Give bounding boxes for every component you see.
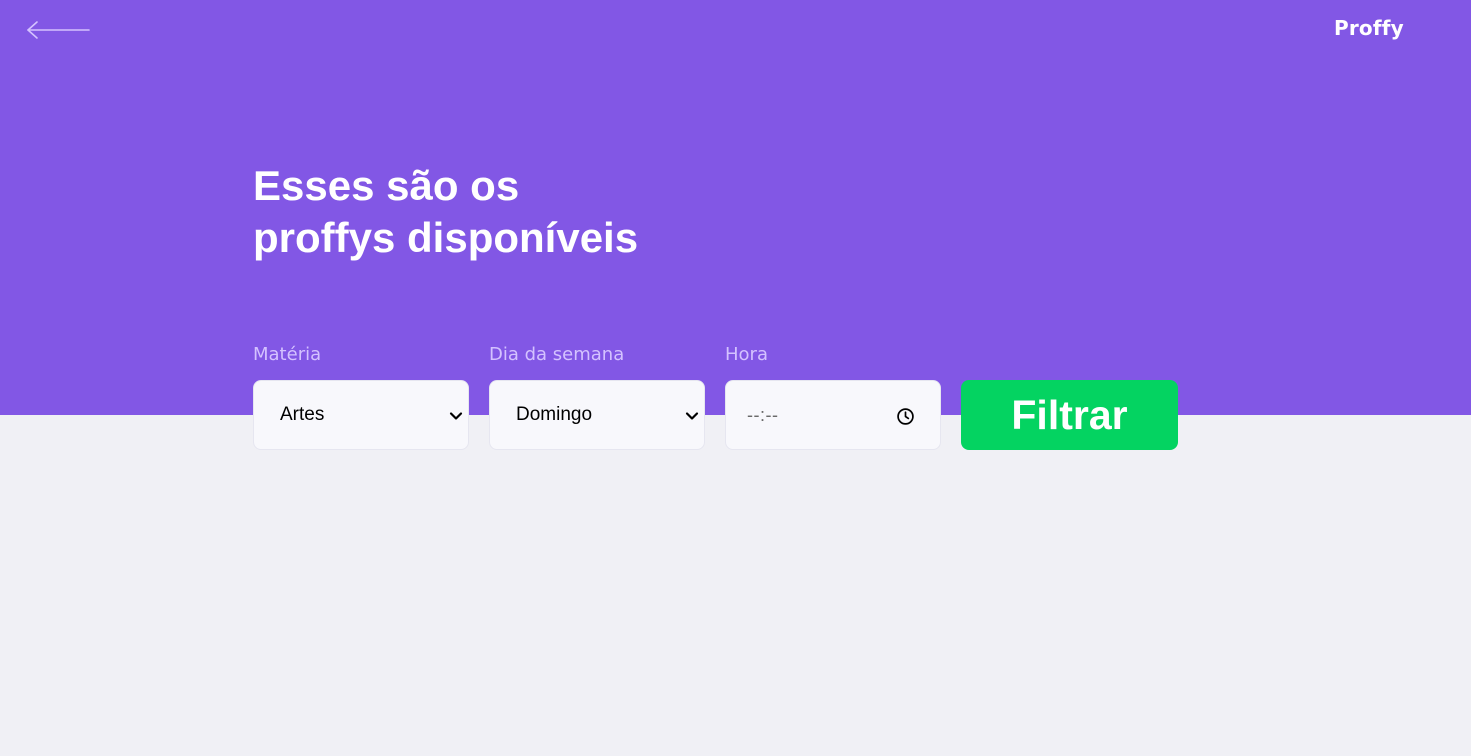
time-input[interactable]: --:-- [725, 380, 941, 450]
arrow-left-icon [27, 21, 90, 39]
chevron-down-icon [685, 412, 699, 420]
weekday-selected-value: Domingo [516, 404, 593, 425]
time-placeholder: --:-- [747, 405, 779, 425]
page-title-line-1: Esses são os [253, 162, 520, 209]
page-title: Esses são os proffys disponíveis [253, 160, 813, 264]
subject-selected-value: Artes [280, 404, 325, 425]
proffy-logo: Proffy [1334, 16, 1404, 40]
clock-icon[interactable] [896, 407, 915, 426]
time-label: Hora [725, 344, 768, 365]
teacher-list-page: Proffy Esses são os proffys disponíveis … [0, 0, 1471, 756]
page-title-line-2: proffys disponíveis [253, 214, 639, 261]
subject-label: Matéria [253, 344, 322, 365]
filter-button[interactable]: Filtrar [961, 380, 1178, 450]
chevron-down-icon [449, 412, 463, 420]
subject-select[interactable]: Artes [253, 380, 469, 450]
weekday-select[interactable]: Domingo [489, 380, 705, 450]
weekday-label: Dia da semana [489, 344, 625, 365]
back-button[interactable] [26, 18, 92, 42]
